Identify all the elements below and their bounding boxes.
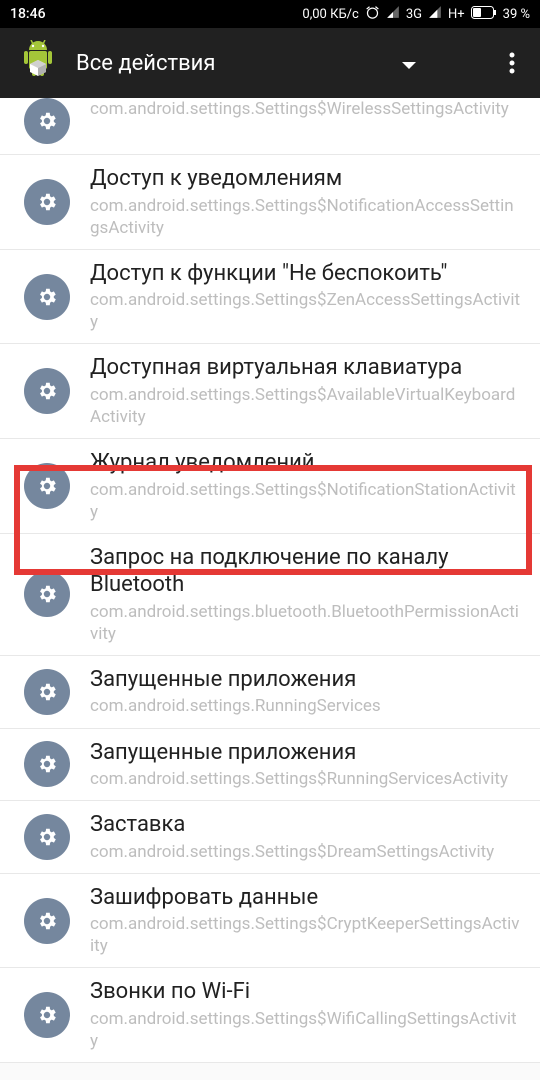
list-item[interactable]: com.android.settings.Settings$WirelessSe… (0, 98, 540, 155)
list-item[interactable]: Доступная виртуальная клавиатура com.and… (0, 344, 540, 439)
activities-list: com.android.settings.Settings$WirelessSe… (0, 98, 540, 1063)
app-bar: Все действия (0, 28, 540, 98)
item-title: Запущенные приложения (90, 666, 522, 694)
item-title: Доступная виртуальная клавиатура (90, 354, 522, 382)
status-net1: 3G (406, 7, 422, 22)
gear-icon (24, 368, 70, 414)
list-item-text: Запущенные приложения com.android.settin… (90, 739, 522, 791)
item-subtitle: com.android.settings.Settings$WirelessSe… (90, 98, 522, 120)
item-subtitle: com.android.settings.RunningServices (90, 695, 522, 717)
list-item[interactable]: Заставка com.android.settings.Settings$D… (0, 801, 540, 874)
android-robot-icon (16, 41, 60, 85)
status-time: 18:46 (10, 6, 46, 22)
status-bar: 18:46 0,00 КБ/с 3G H+ 39 % (0, 0, 540, 28)
list-item[interactable]: Запущенные приложения com.android.settin… (0, 656, 540, 729)
item-subtitle: com.android.settings.Settings$WifiCallin… (90, 1008, 522, 1052)
gear-icon (24, 741, 70, 787)
actions-dropdown[interactable]: Все действия (76, 51, 476, 76)
list-item[interactable]: Запрос на подключение по каналу Bluetoot… (0, 534, 540, 656)
list-item-text: com.android.settings.Settings$WirelessSe… (90, 98, 522, 120)
item-title: Запущенные приложения (90, 739, 522, 767)
gear-icon (24, 274, 70, 320)
list-item-text: Зашифровать данные com.android.settings.… (90, 884, 522, 958)
alarm-icon (365, 5, 380, 24)
chevron-down-icon (402, 51, 416, 76)
list-item-text: Доступ к функции "Не беспокоить" com.and… (90, 260, 522, 334)
item-subtitle: com.android.settings.Settings$ZenAccessS… (90, 289, 522, 333)
item-subtitle: com.android.settings.Settings$CryptKeepe… (90, 913, 522, 957)
list-item[interactable]: Доступ к функции "Не беспокоить" com.and… (0, 250, 540, 345)
item-title: Доступ к уведомлениям (90, 165, 522, 193)
battery-icon (471, 6, 497, 23)
list-item-text: Доступная виртуальная клавиатура com.and… (90, 354, 522, 428)
list-item[interactable]: Зашифровать данные com.android.settings.… (0, 874, 540, 969)
gear-icon (24, 179, 70, 225)
item-subtitle: com.android.settings.Settings$DreamSetti… (90, 841, 522, 863)
gear-icon (24, 98, 70, 144)
gear-icon (24, 571, 70, 617)
list-item-text: Журнал уведомлений com.android.settings.… (90, 449, 522, 523)
gear-icon (24, 898, 70, 944)
item-subtitle: com.android.settings.Settings$AvailableV… (90, 384, 522, 428)
list-item-text: Доступ к уведомлениям com.android.settin… (90, 165, 522, 239)
item-title: Звонки по Wi-Fi (90, 978, 522, 1006)
status-battery: 39 % (503, 7, 530, 22)
gear-icon (24, 463, 70, 509)
list-item[interactable]: Звонки по Wi-Fi com.android.settings.Set… (0, 968, 540, 1063)
signal-icon-2 (428, 5, 442, 23)
list-item[interactable]: Доступ к уведомлениям com.android.settin… (0, 155, 540, 250)
item-title: Журнал уведомлений (90, 449, 522, 477)
item-title: Запрос на подключение по каналу Bluetoot… (90, 544, 522, 599)
list-item-text: Запущенные приложения com.android.settin… (90, 666, 522, 718)
item-subtitle: com.android.settings.bluetooth.Bluetooth… (90, 601, 522, 645)
overflow-menu-button[interactable] (492, 43, 532, 83)
list-item-highlighted[interactable]: Журнал уведомлений com.android.settings.… (0, 439, 540, 534)
status-right: 0,00 КБ/с 3G H+ 39 % (302, 5, 530, 24)
signal-icon-1 (386, 5, 400, 23)
list-item-text: Заставка com.android.settings.Settings$D… (90, 811, 522, 863)
list-item-text: Звонки по Wi-Fi com.android.settings.Set… (90, 978, 522, 1052)
item-subtitle: com.android.settings.Settings$Notificati… (90, 479, 522, 523)
gear-icon (24, 814, 70, 860)
list-item-text: Запрос на подключение по каналу Bluetoot… (90, 544, 522, 645)
item-title: Заставка (90, 811, 522, 839)
item-title: Доступ к функции "Не беспокоить" (90, 260, 522, 288)
list-item[interactable]: Запущенные приложения com.android.settin… (0, 729, 540, 802)
gear-icon (24, 992, 70, 1038)
status-data-rate: 0,00 КБ/с (302, 7, 358, 22)
gear-icon (24, 669, 70, 715)
item-subtitle: com.android.settings.Settings$Notificati… (90, 195, 522, 239)
dropdown-label: Все действия (76, 51, 215, 76)
status-net2: H+ (448, 7, 465, 22)
item-subtitle: com.android.settings.Settings$RunningSer… (90, 768, 522, 790)
item-title: Зашифровать данные (90, 884, 522, 912)
